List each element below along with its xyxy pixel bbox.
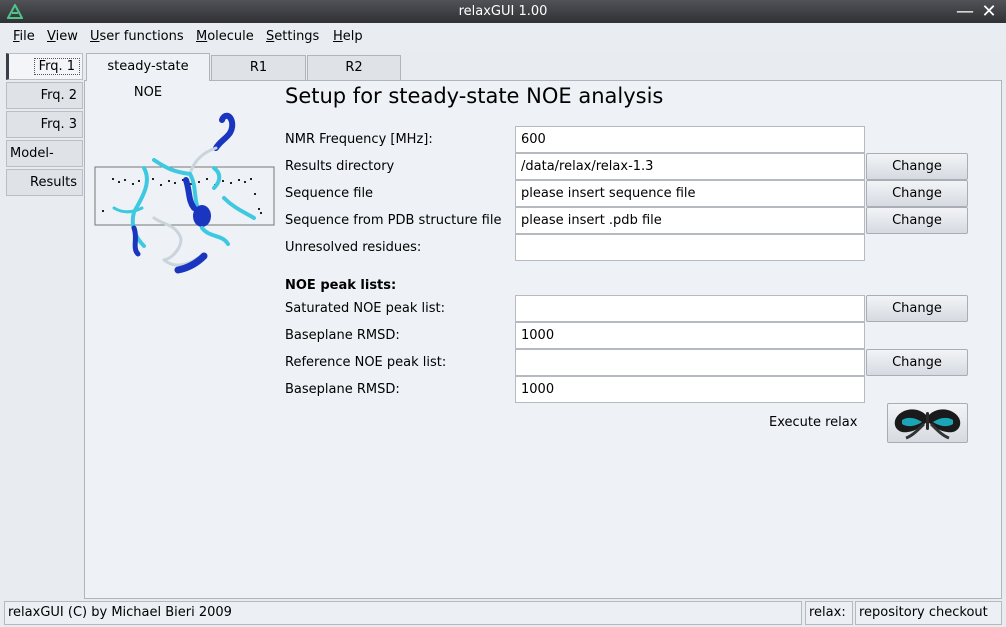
app-logo-icon [7,4,23,19]
left-tab-frq3[interactable]: Frq. 3 [6,111,83,138]
nmr-frequency-label: NMR Frequency [MHz]: [285,132,433,147]
noe-illustration-image [94,112,275,274]
saturated-rmsd-input[interactable]: 1000 [515,322,865,349]
status-bar: relaxGUI (C) by Michael Bieri 2009 relax… [0,600,1006,627]
saturated-peak-list-change-button[interactable]: Change [866,295,968,322]
reference-peak-list-input[interactable] [515,349,865,376]
status-version: repository checkout [855,601,1002,625]
pdb-file-input[interactable]: please insert .pdb file [515,207,865,234]
sequence-file-change-button[interactable]: Change [866,180,968,207]
menu-view-mnemonic: V [47,29,56,44]
menu-help[interactable]: Help [333,29,363,44]
page-title: Setup for steady-state NOE analysis [285,84,664,108]
close-button[interactable]: ✕ [980,0,998,23]
results-directory-label: Results directory [285,159,395,174]
sequence-file-label: Sequence file [285,186,374,201]
results-directory-change-button[interactable]: Change [866,153,968,180]
menu-user-functions[interactable]: User functions [90,29,184,44]
status-copyright: relaxGUI (C) by Michael Bieri 2009 [4,601,802,625]
pdb-file-change-button[interactable]: Change [866,207,968,234]
reference-rmsd-label: Baseplane RMSD: [285,382,400,397]
menu-file-label: ile [19,29,35,44]
saturated-peak-list-label: Saturated NOE peak list: [285,301,445,316]
saturated-peak-list-input[interactable] [515,295,865,322]
results-directory-input[interactable]: /data/relax/relax-1.3 [515,153,865,180]
menu-view-label: iew [55,29,78,44]
left-tab-frq2[interactable]: Frq. 2 [6,82,83,109]
left-tab-frq1[interactable]: Frq. 1 [6,53,83,80]
butterfly-icon [894,409,961,440]
sequence-file-input[interactable]: please insert sequence file [515,180,865,207]
left-tab-results[interactable]: Results [6,169,83,196]
menu-molecule[interactable]: Molecule [196,29,254,44]
nmr-frequency-input[interactable]: 600 [515,126,865,153]
menu-molecule-label: olecule [207,29,254,44]
tab-r1-relaxation[interactable]: R1 relaxation [211,55,306,99]
menu-user-functions-label: ser functions [99,29,184,44]
menu-settings-label: ettings [274,29,320,44]
protein-structure-icon [112,112,256,274]
menu-molecule-mnemonic: M [196,29,208,44]
execute-relax-button[interactable] [887,403,968,443]
status-relax-label: relax: [805,601,853,625]
reference-rmsd-input[interactable]: 1000 [515,376,865,403]
menu-user-functions-mnemonic: U [90,29,100,44]
tab-r2-relaxation[interactable]: R2 relaxation [307,55,401,99]
menu-view[interactable]: View [47,29,78,44]
left-tab-model-free[interactable]: Model-free [6,140,83,186]
tab-steady-state-noe[interactable]: steady-state NOE [86,53,210,100]
reference-peak-list-change-button[interactable]: Change [866,349,968,376]
menu-file[interactable]: File [13,29,35,44]
title-bar: relaxGUI 1.00 — ✕ [0,0,1006,23]
saturated-rmsd-label: Baseplane RMSD: [285,328,400,343]
unresolved-residues-label: Unresolved residues: [285,240,422,255]
menu-bar: File View User functions Molecule Settin… [0,23,1006,50]
execute-relax-label: Execute relax [769,415,858,430]
noe-peak-lists-heading: NOE peak lists: [285,278,397,293]
window-title: relaxGUI 1.00 [458,4,548,19]
left-tab-frq1-label: Frq. 1 [33,58,80,75]
reference-peak-list-label: Reference NOE peak list: [285,355,447,370]
minimize-button[interactable]: — [956,0,974,23]
pdb-file-label: Sequence from PDB structure file [285,213,502,228]
unresolved-residues-input[interactable] [515,234,865,261]
menu-help-label: elp [342,29,363,44]
menu-help-mnemonic: H [333,29,343,44]
menu-settings[interactable]: Settings [266,29,319,44]
